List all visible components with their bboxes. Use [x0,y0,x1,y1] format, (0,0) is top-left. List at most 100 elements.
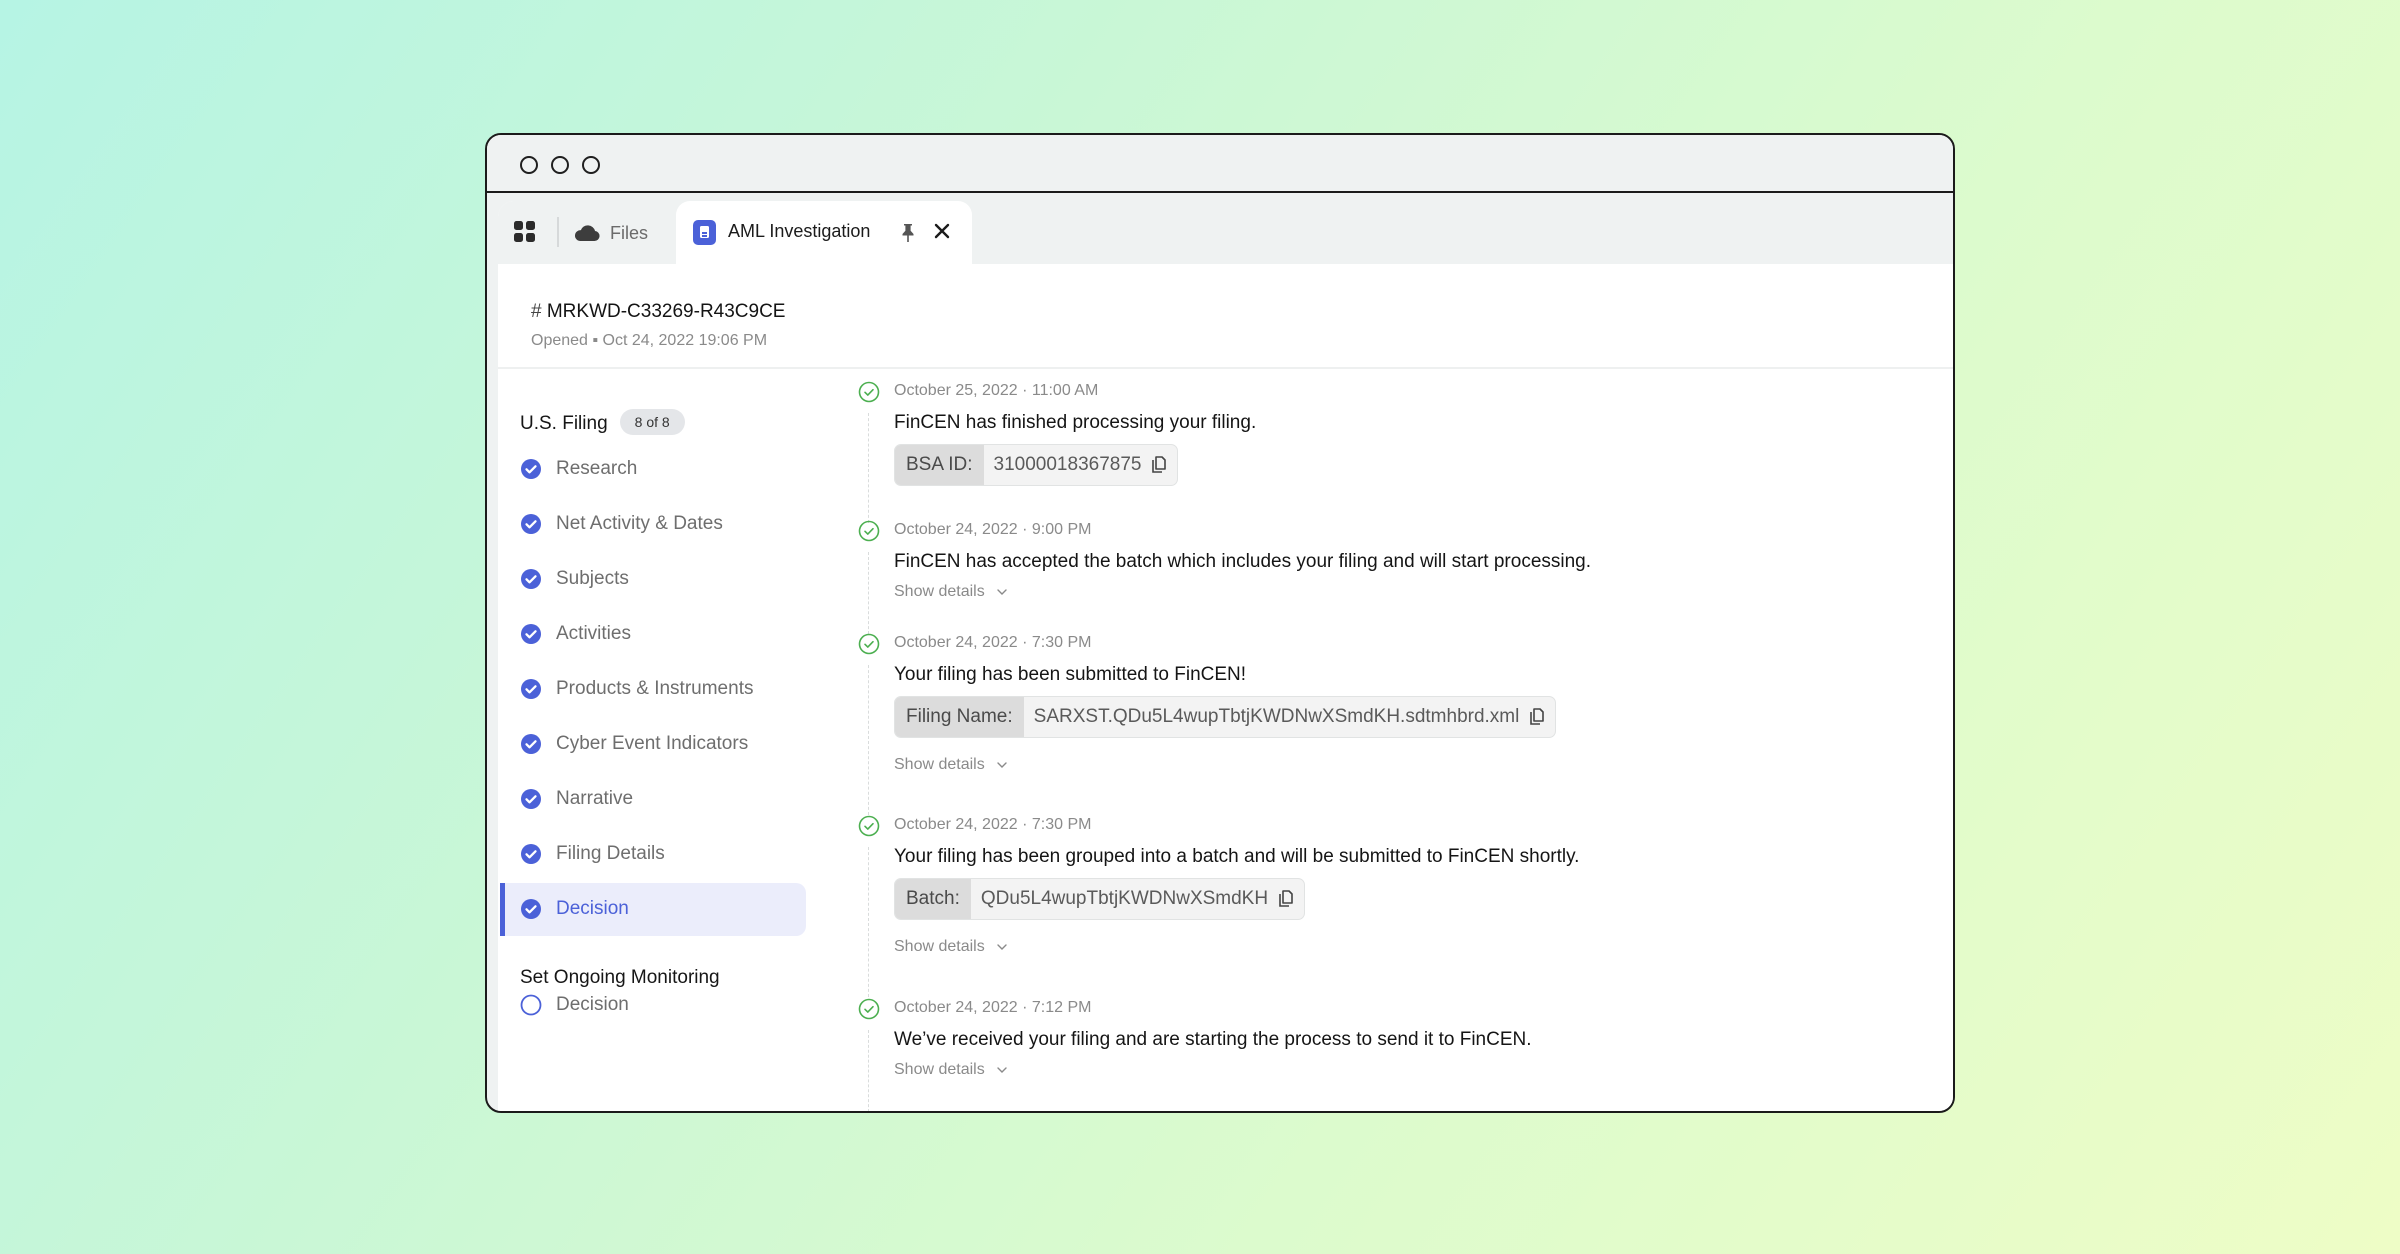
section-title-us-filing: U.S. Filing 8 of 8 [520,409,685,435]
timeline-connector [868,552,869,634]
check-circle-icon [520,513,542,535]
timeline-connector [868,413,869,523]
entry-timestamp: October 24, 2022 · 7:30 PM [894,634,1092,651]
progress-badge: 8 of 8 [619,409,685,435]
timeline-connector [868,847,869,997]
filing-timeline: October 25, 2022 · 11:00 AM FinCEN has fi… [858,369,1953,1111]
show-details-toggle[interactable]: Show details [894,1061,1007,1079]
sidebar-item-cyber-event-indicators[interactable]: Cyber Event Indicators [500,718,806,771]
show-details-label: Show details [894,583,985,600]
show-details-toggle[interactable]: Show details [894,756,1007,774]
success-check-icon [858,520,880,542]
apps-grid-icon[interactable] [514,221,536,243]
sidebar-item-label: Decision [556,898,629,919]
tab-aml-investigation[interactable]: AML Investigation [676,201,972,264]
sidebar-item-decision[interactable]: Decision [500,979,806,1032]
sidebar-item-filing-details[interactable]: Filing Details [500,828,806,881]
sidebar-item-label: Net Activity & Dates [556,513,723,534]
document-icon [693,220,716,245]
sidebar-item-net-activity-dates[interactable]: Net Activity & Dates [500,498,806,551]
chip-key: Filing Name: [895,697,1024,737]
sidebar-item-label: Filing Details [556,843,665,864]
success-check-icon [858,633,880,655]
hash-symbol: # [531,301,542,322]
show-details-label: Show details [894,938,985,955]
show-details-toggle[interactable]: Show details [894,938,1007,956]
main-panel: Files AML Investigation # MRKWD-C33269-R… [498,201,1953,1111]
copy-icon[interactable] [1278,890,1294,908]
check-circle-icon [520,568,542,590]
entry-message: FinCEN has accepted the batch which incl… [894,551,1592,572]
show-details-toggle[interactable]: Show details [894,583,1007,601]
sidebar-item-label: Activities [556,623,631,644]
section-title-text: U.S. Filing [520,413,608,434]
close-window-button[interactable] [520,156,538,174]
maximize-window-button[interactable] [582,156,600,174]
timeline-connector [868,1030,869,1111]
sidebar-item-label: Products & Instruments [556,678,754,699]
success-check-icon [858,815,880,837]
sidebar-item-decision[interactable]: Decision [500,883,806,936]
case-header: # MRKWD-C33269-R43C9CE Opened ▪ Oct 24, … [498,264,1953,369]
title-bar [487,135,1953,193]
sidebar-item-research[interactable]: Research [500,443,806,496]
app-window: Files AML Investigation # MRKWD-C33269-R… [485,133,1955,1113]
show-details-label: Show details [894,756,985,773]
close-icon[interactable] [931,220,953,242]
success-check-icon [858,998,880,1020]
sidebar-item-activities[interactable]: Activities [500,608,806,661]
success-check-icon [858,381,880,403]
copy-icon[interactable] [1151,456,1167,474]
chip-key: Batch: [895,879,971,919]
sidebar-item-label: Subjects [556,568,629,589]
chip-value: QDu5L4wupTbtjKWDNwXSmdKH [980,888,1269,909]
sidebar-item-label: Decision [556,994,629,1015]
identifier-chip: Filing Name: SARXST.QDu5L4wupTbtjKWDNwXSm… [894,696,1557,738]
check-circle-icon [520,843,542,865]
show-details-label: Show details [894,1061,985,1078]
check-circle-icon [520,898,542,920]
sidebar-item-label: Research [556,458,638,479]
sidebar-item-narrative[interactable]: Narrative [500,773,806,826]
tab-bar: Files AML Investigation [498,201,1953,264]
check-circle-icon [520,623,542,645]
entry-message: We’ve received your filing and are start… [894,1029,1532,1050]
chevron-down-icon [985,938,1007,955]
chevron-down-icon [985,583,1007,600]
chevron-down-icon [985,1061,1007,1078]
minimize-window-button[interactable] [551,156,569,174]
check-circle-icon [520,733,542,755]
tab-files[interactable]: Files [574,215,648,251]
sidebar-item-label: Cyber Event Indicators [556,733,749,754]
copy-icon[interactable] [1529,708,1545,726]
chip-value: 31000018367875 [993,454,1142,475]
entry-message: Your filing has been grouped into a batc… [894,846,1580,867]
chevron-down-icon [985,756,1007,773]
chip-key: BSA ID: [895,445,984,485]
sidebar-item-products-instruments[interactable]: Products & Instruments [500,663,806,716]
case-id: # MRKWD-C33269-R43C9CE [531,301,785,323]
tab-divider [557,217,559,247]
entry-timestamp: October 25, 2022 · 11:00 AM [894,382,1099,399]
check-circle-icon [520,678,542,700]
entry-timestamp: October 24, 2022 · 7:12 PM [894,999,1092,1016]
entry-timestamp: October 24, 2022 · 9:00 PM [894,521,1092,538]
pin-icon[interactable] [901,222,915,244]
cloud-icon [574,225,600,242]
case-id-value: MRKWD-C33269-R43C9CE [546,301,786,322]
filing-steps-sidebar: U.S. Filing 8 of 8 Research Net Activity &… [498,369,808,1111]
entry-timestamp: October 24, 2022 · 7:30 PM [894,816,1092,833]
chip-value: SARXST.QDu5L4wupTbtjKWDNwXSmdKH.sdtmhbrd… [1033,706,1520,727]
sidebar-item-label: Narrative [556,788,634,809]
entry-message: FinCEN has finished processing your fili… [894,412,1257,433]
check-circle-icon [520,788,542,810]
identifier-chip: BSA ID: 31000018367875 [894,444,1179,486]
timeline-connector [868,665,869,815]
sidebar-item-subjects[interactable]: Subjects [500,553,806,606]
empty-circle-icon [520,994,542,1016]
tab-aml-investigation-label: AML Investigation [728,221,871,241]
entry-message: Your filing has been submitted to FinCEN… [894,664,1247,685]
identifier-chip: Batch: QDu5L4wupTbtjKWDNwXSmdKH [894,878,1306,920]
check-circle-icon [520,458,542,480]
tab-files-label: Files [610,222,649,243]
